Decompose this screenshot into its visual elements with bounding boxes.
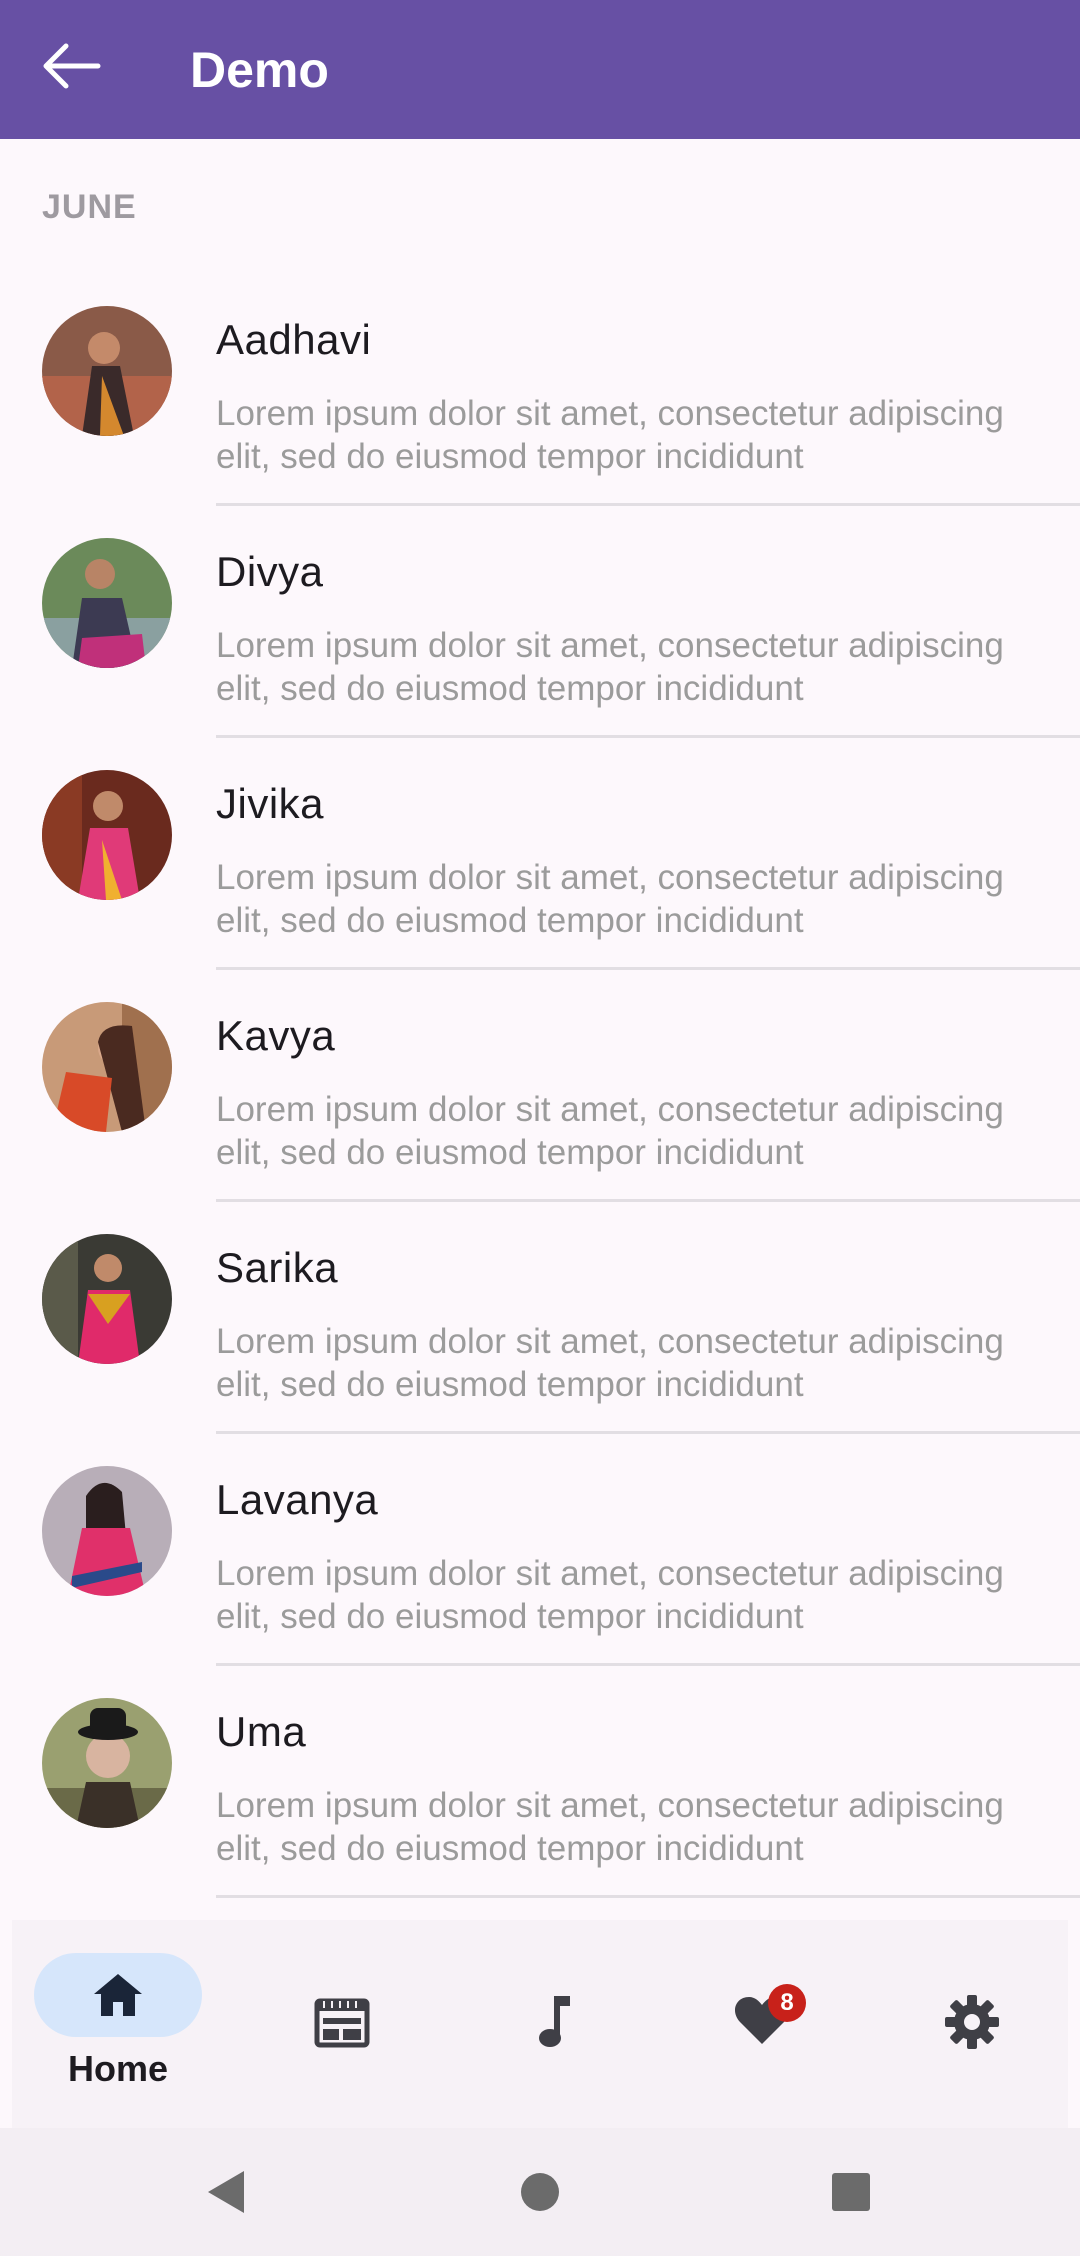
avatar: [42, 1466, 172, 1596]
list-item[interactable]: Sarika Lorem ipsum dolor sit amet, conse…: [0, 1202, 1080, 1434]
triangle-back-icon[interactable]: [206, 2169, 246, 2215]
list-item[interactable]: Aadhavi Lorem ipsum dolor sit amet, cons…: [0, 274, 1080, 506]
avatar: [42, 1002, 172, 1132]
contact-description: Lorem ipsum dolor sit amet, consectetur …: [216, 1322, 1004, 1404]
contact-description: Lorem ipsum dolor sit amet, consectetur …: [216, 1786, 1004, 1868]
nav-item-settings[interactable]: [902, 1920, 1062, 2128]
music-note-icon: [539, 1996, 570, 2047]
bottom-navigation: Home 8: [12, 1920, 1068, 2128]
list-item[interactable]: Uma Lorem ipsum dolor sit amet, consecte…: [0, 1666, 1080, 1898]
contact-description: Lorem ipsum dolor sit amet, consectetur …: [216, 858, 1004, 940]
nav-item-music[interactable]: [480, 1920, 640, 2128]
avatar: [42, 538, 172, 668]
avatar: [42, 1698, 172, 1828]
contact-description: Lorem ipsum dolor sit amet, consectetur …: [216, 626, 1004, 708]
contact-name: Aadhavi: [216, 316, 372, 363]
nav-item-favorites[interactable]: 8: [692, 1920, 852, 2128]
system-navigation-bar: [0, 2128, 1080, 2256]
contact-name: Sarika: [216, 1244, 339, 1291]
list-item[interactable]: Divya Lorem ipsum dolor sit amet, consec…: [0, 506, 1080, 738]
square-recents-icon[interactable]: [831, 2172, 871, 2212]
nav-label-home: Home: [67, 2048, 169, 2089]
nav-item-home[interactable]: Home: [34, 1920, 202, 2128]
top-app-bar: Demo: [0, 0, 1080, 139]
list-item[interactable]: Lavanya Lorem ipsum dolor sit amet, cons…: [0, 1434, 1080, 1666]
gear-icon: [945, 1995, 999, 2049]
list-item[interactable]: Jivika Lorem ipsum dolor sit amet, conse…: [0, 738, 1080, 970]
home-icon: [94, 1974, 142, 2016]
avatar: [42, 306, 172, 436]
contact-description: Lorem ipsum dolor sit amet, consectetur …: [216, 1554, 1004, 1636]
circle-home-icon[interactable]: [520, 2172, 560, 2212]
nav-item-news[interactable]: [268, 1920, 428, 2128]
arrow-left-icon: [43, 43, 101, 89]
avatar: [42, 1234, 172, 1364]
contact-name: Lavanya: [216, 1476, 379, 1523]
page-title: Demo: [190, 41, 329, 98]
list-item[interactable]: Kavya Lorem ipsum dolor sit amet, consec…: [0, 970, 1080, 1202]
back-button[interactable]: [36, 30, 108, 102]
contact-name: Uma: [216, 1708, 307, 1755]
contact-description: Lorem ipsum dolor sit amet, consectetur …: [216, 1090, 1004, 1172]
section-header: JUNE: [42, 188, 137, 226]
notification-badge: 8: [768, 1984, 806, 2022]
avatar: [42, 770, 172, 900]
contact-name: Jivika: [216, 780, 325, 827]
divider: [216, 1895, 1080, 1898]
newspaper-icon: [314, 1998, 370, 2048]
contact-name: Divya: [216, 548, 324, 595]
contact-name: Kavya: [216, 1012, 336, 1059]
contact-description: Lorem ipsum dolor sit amet, consectetur …: [216, 394, 1004, 476]
